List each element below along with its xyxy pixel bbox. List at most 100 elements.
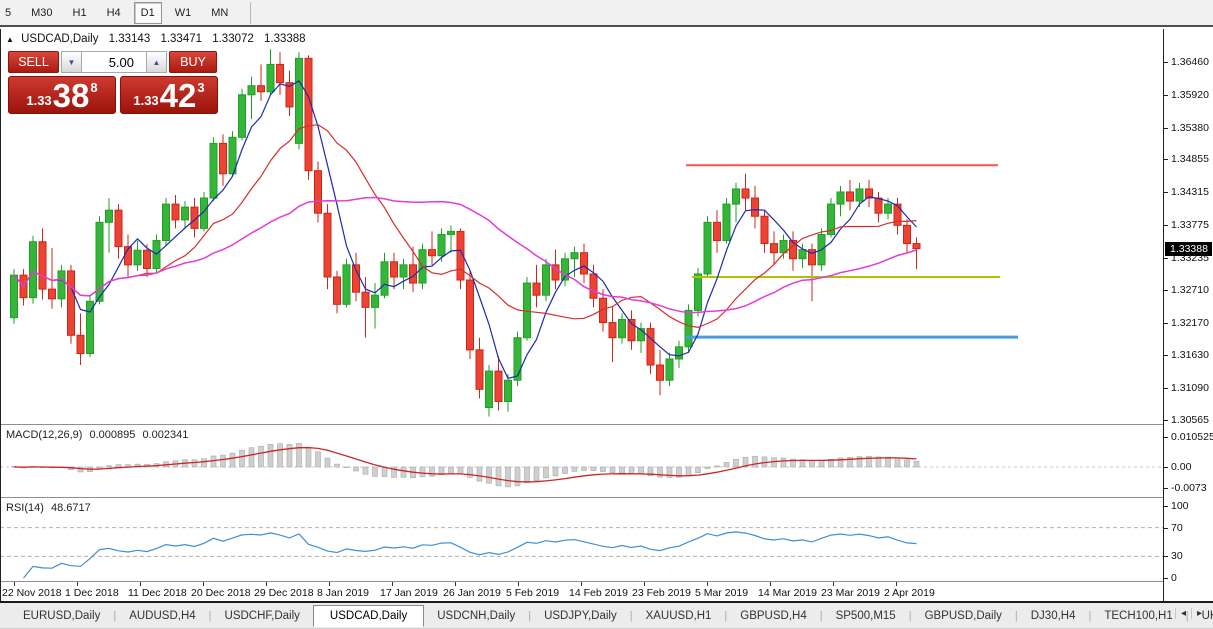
timeframe-d1[interactable]: D1 [133,1,162,24]
axis-tick [1164,388,1168,390]
candlestick [466,279,474,351]
axis-label: 1.33775 [1171,219,1209,232]
candlestick [276,63,284,84]
axis-label: 1.32170 [1171,316,1209,329]
candlestick [684,309,693,348]
price-axis[interactable]: 1.33388 1.36460 1.35920 1.35380 1.34855 1.34… [1163,29,1213,601]
candlestick [485,370,493,409]
tab-scroll-right-icon[interactable] [1190,608,1207,619]
chart-tab-bar: EURUSD,Daily | AUDUSD,H4 | USDCHF,Daily USDCA… [0,603,1213,629]
timeframe-h4[interactable]: H4 [100,2,128,24]
candlestick [513,337,522,381]
candlestick [675,346,683,360]
timeframe-m30[interactable]: M30 [24,2,59,24]
candlestick [770,243,778,254]
tab-usdjpy-daily[interactable]: USDJPY,Daily [531,606,630,626]
rsi-indicator-pane[interactable] [0,499,1163,581]
candlestick [333,276,341,305]
candlestick [447,230,455,235]
tab-usdcnh-daily[interactable]: USDCNH,Daily [424,606,528,626]
candlestick [741,188,750,199]
candlestick [29,241,37,299]
candlestick [323,212,332,278]
time-axis[interactable]: 22 Nov 2018 1 Dec 2018 11 Dec 2018 20 Dec 2… [0,581,1163,602]
candlestick [656,364,664,381]
tab-audusd-h4[interactable]: AUDUSD,H4 [116,606,208,626]
candlestick [10,274,18,319]
tab-gbpusd-h4[interactable]: GBPUSD,H4 [727,606,819,626]
collapse-chart-icon[interactable] [6,35,14,44]
candlestick [342,264,351,305]
candlestick [836,191,845,205]
volume-decrease-icon[interactable] [61,51,82,73]
candlestick [494,370,503,402]
date-label: 14 Mar 2019 [758,587,817,599]
tab-tech100-h1[interactable]: TECH100,H1 [1091,606,1185,626]
axis-label: 70 [1171,521,1183,534]
candlestick [266,63,275,93]
candlestick [361,291,370,308]
candlestick [295,57,303,144]
candlestick [209,142,218,199]
toolbar-separator [250,1,252,24]
candlestick [76,334,85,355]
chart-tabs: EURUSD,Daily | AUDUSD,H4 | USDCHF,Daily USDCA… [10,604,1213,627]
candlestick [143,249,151,269]
candlestick [713,221,721,242]
tab-gbpusd-daily[interactable]: GBPUSD,Daily [912,606,1015,626]
tab-scroll-left-icon[interactable] [1174,608,1191,619]
candlestick [751,197,759,217]
date-label: 2 Apr 2019 [884,587,935,599]
sell-price-box[interactable]: 1.33 38 8 [8,76,116,114]
date-label: 26 Jan 2019 [443,587,501,599]
timeframe-h1[interactable]: H1 [66,2,94,24]
timeframe-5[interactable]: 5 [0,2,18,24]
time-tick [455,582,456,586]
axis-tick [1164,420,1168,421]
sell-button[interactable]: SELL [8,51,59,73]
candlestick [171,203,180,221]
candlestick [732,188,740,205]
sell-price-pips: 38 [52,77,90,114]
axis-tick [1164,192,1168,194]
tab-sp500-m15[interactable]: SP500,M15 [823,606,909,626]
volume-increase-icon[interactable] [146,51,167,73]
macd-name: MACD(12,26,9) [6,429,83,441]
candlestick [846,191,854,202]
axis-tick [1164,355,1168,357]
volume-input[interactable] [82,51,146,73]
candlestick [437,233,446,257]
candlestick [247,85,256,96]
candlestick [38,241,47,290]
candlestick [181,206,189,221]
time-tick [266,582,267,586]
tab-eurusd-daily[interactable]: EURUSD,Daily [10,606,113,626]
time-tick [770,582,771,586]
macd-signal-value: 0.002341 [142,429,189,441]
tab-usdcad-daily[interactable]: USDCAD,Daily [312,604,425,627]
candlestick [532,282,541,296]
date-label: 20 Dec 2018 [191,587,251,599]
buy-price-box[interactable]: 1.33 42 3 [120,76,218,114]
ohlc-high: 1.33471 [160,33,203,45]
axis-label: 1.32710 [1171,283,1209,296]
date-label: 29 Dec 2018 [254,587,314,599]
chart-window[interactable]: 22 Nov 2018 1 Dec 2018 11 Dec 2018 20 Dec 2… [0,29,1163,602]
tab-usdchf-daily[interactable]: USDCHF,Daily [212,606,313,626]
tab-dj30-h4[interactable]: DJ30,H4 [1018,606,1089,626]
candlestick [371,294,379,308]
candlestick [304,57,313,172]
chart-border [0,29,1,601]
candlestick [570,252,579,260]
tab-xauusd-h1[interactable]: XAUUSD,H1 [633,606,725,626]
time-tick [644,582,645,586]
timeframe-mn[interactable]: MN [204,2,235,24]
buy-button[interactable]: BUY [169,51,217,73]
date-label: 22 Nov 2018 [2,587,62,599]
candlestick [912,243,921,250]
timeframe-w1[interactable]: W1 [168,2,199,24]
candlestick [608,322,617,339]
time-tick [203,582,204,586]
buy-price-point: 3 [197,80,205,95]
candlestick [722,203,731,242]
